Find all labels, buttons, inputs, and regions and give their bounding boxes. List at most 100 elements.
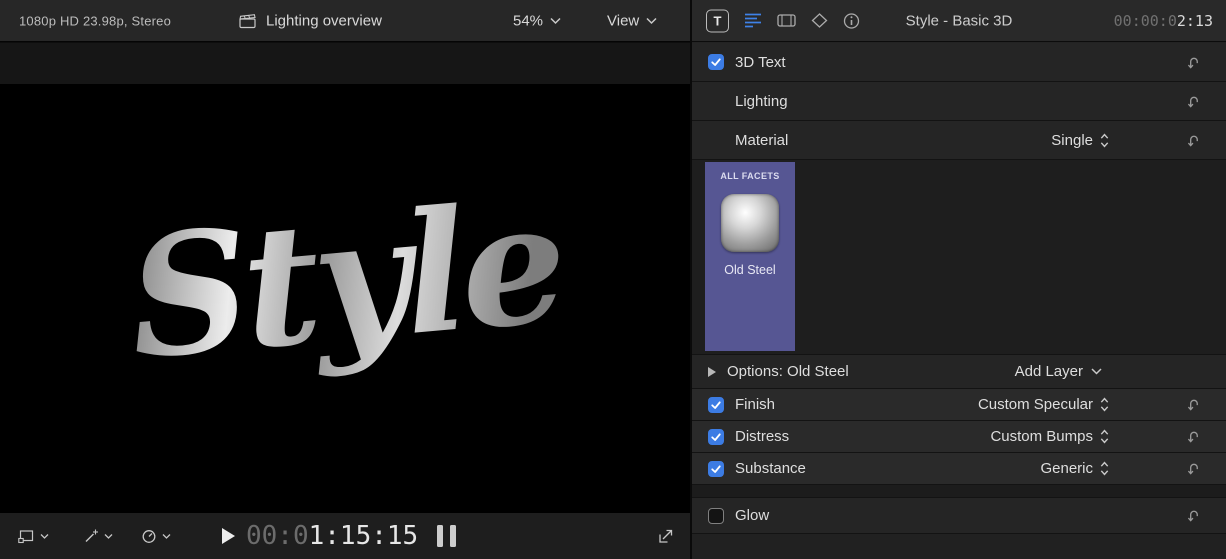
reset-icon[interactable] <box>1185 132 1202 149</box>
updown-chevrons-icon <box>1100 461 1109 476</box>
play-button[interactable] <box>222 528 235 544</box>
material-name: Old Steel <box>724 263 775 277</box>
row-glow: Glow <box>692 498 1226 534</box>
retime-tool-dropdown[interactable] <box>141 529 171 544</box>
facets-label: ALL FACETS <box>720 171 779 181</box>
filmstrip-icon <box>777 13 796 29</box>
inspector-timecode: 00:00:02:13 <box>1114 12 1213 30</box>
checkmark-icon <box>710 56 722 68</box>
checkmark-icon <box>710 463 722 475</box>
inspector-pane: T <box>690 0 1226 559</box>
viewer-timecode: 00:01:15:15 <box>246 521 418 551</box>
updown-chevrons-icon <box>1100 429 1109 444</box>
finish-checkbox[interactable] <box>708 397 724 413</box>
material-label: Material <box>735 132 788 149</box>
clapperboard-icon <box>239 13 256 28</box>
updown-chevrons-icon <box>1100 397 1109 412</box>
section-gap <box>692 485 1226 498</box>
timecode-dim: 00:00:0 <box>1114 12 1177 30</box>
material-well-old-steel[interactable]: ALL FACETS Old Steel <box>705 162 795 351</box>
row-lighting: Lighting <box>692 82 1226 121</box>
row-options: Options: Old Steel Add Layer <box>692 355 1226 389</box>
color-inspector-tab[interactable] <box>811 13 828 29</box>
fcp-window: 1080p HD 23.98p, Stereo Lighting overvie… <box>0 0 1226 559</box>
chevron-down-icon <box>162 533 171 539</box>
lighting-label: Lighting <box>735 93 788 110</box>
transform-icon <box>18 529 35 544</box>
zoom-value: 54% <box>513 12 543 29</box>
view-dropdown[interactable]: View <box>607 12 657 29</box>
effects-tool-dropdown[interactable] <box>84 529 113 544</box>
text-format-tab[interactable] <box>744 13 762 29</box>
reset-icon[interactable] <box>1185 54 1202 71</box>
reset-icon[interactable] <box>1185 396 1202 413</box>
audio-meters-icon[interactable] <box>437 525 456 547</box>
chevron-down-icon <box>1091 368 1102 375</box>
text-inspector-tab[interactable]: T <box>706 9 729 32</box>
add-layer-label: Add Layer <box>1015 363 1083 380</box>
finish-popup-value: Custom Specular <box>978 396 1093 413</box>
distress-popup-value: Custom Bumps <box>990 428 1093 445</box>
inspector-body: 3D Text Lighting Material <box>692 43 1226 559</box>
zoom-dropdown[interactable]: 54% <box>513 12 561 29</box>
reset-icon[interactable] <box>1185 460 1202 477</box>
video-inspector-tab[interactable] <box>777 13 796 29</box>
timecode-bright: 2:13 <box>1177 12 1213 30</box>
substance-checkbox[interactable] <box>708 461 724 477</box>
material-thumbnail <box>721 194 779 252</box>
checkmark-icon <box>710 399 722 411</box>
info-icon <box>843 12 860 29</box>
wand-icon <box>84 529 99 544</box>
material-wells-area: ALL FACETS Old Steel <box>692 160 1226 355</box>
retime-icon <box>141 529 157 544</box>
viewer-transport-bar: 00:01:15:15 <box>0 512 690 559</box>
fullscreen-icon[interactable] <box>658 528 674 544</box>
transform-tool-dropdown[interactable] <box>18 529 49 544</box>
checkmark-icon <box>710 431 722 443</box>
row-distress: Distress Custom Bumps <box>692 421 1226 453</box>
glow-checkbox[interactable] <box>708 508 724 524</box>
row-material: Material Single <box>692 121 1226 160</box>
options-label: Options: Old Steel <box>727 363 849 380</box>
viewer-title: Lighting overview <box>266 12 382 29</box>
distress-checkbox[interactable] <box>708 429 724 445</box>
glow-label: Glow <box>735 507 769 524</box>
timecode-bright: 1:15:15 <box>309 521 419 551</box>
chevron-down-icon <box>40 533 49 539</box>
row-finish: Finish Custom Specular <box>692 389 1226 421</box>
material-popup-value: Single <box>1051 132 1093 149</box>
material-popup[interactable]: Single <box>1051 132 1109 149</box>
chevron-down-icon <box>104 533 113 539</box>
view-label: View <box>607 12 639 29</box>
inspector-title: Style - Basic 3D <box>906 12 1013 29</box>
color-board-icon <box>811 13 828 29</box>
add-layer-dropdown[interactable]: Add Layer <box>1015 363 1102 380</box>
viewer-pane: 1080p HD 23.98p, Stereo Lighting overvie… <box>0 0 690 559</box>
reset-icon[interactable] <box>1185 507 1202 524</box>
3d-text-checkbox[interactable] <box>708 54 724 70</box>
distress-label: Distress <box>735 428 789 445</box>
finish-label: Finish <box>735 396 775 413</box>
inspector-tabs: T <box>706 9 860 32</box>
chevron-down-icon <box>646 17 657 24</box>
distress-popup[interactable]: Custom Bumps <box>990 428 1109 445</box>
viewer-canvas[interactable]: Style <box>0 43 690 512</box>
timecode-dim: 00:0 <box>246 521 309 551</box>
inspector-filler <box>692 534 1226 559</box>
3d-text-label: 3D Text <box>735 54 786 71</box>
format-label: 1080p HD 23.98p, Stereo <box>19 13 171 28</box>
inspector-toolbar: T <box>692 0 1226 42</box>
info-inspector-tab[interactable] <box>843 12 860 29</box>
finish-popup[interactable]: Custom Specular <box>978 396 1109 413</box>
row-substance: Substance Generic <box>692 453 1226 485</box>
disclosure-triangle-icon[interactable] <box>708 367 716 377</box>
substance-popup-value: Generic <box>1040 460 1093 477</box>
reset-icon[interactable] <box>1185 428 1202 445</box>
updown-chevrons-icon <box>1100 133 1109 148</box>
chevron-down-icon <box>550 17 561 24</box>
viewer-toolbar: 1080p HD 23.98p, Stereo Lighting overvie… <box>0 0 690 42</box>
substance-label: Substance <box>735 460 806 477</box>
reset-icon[interactable] <box>1185 93 1202 110</box>
text-lines-icon <box>744 13 762 29</box>
substance-popup[interactable]: Generic <box>1040 460 1109 477</box>
